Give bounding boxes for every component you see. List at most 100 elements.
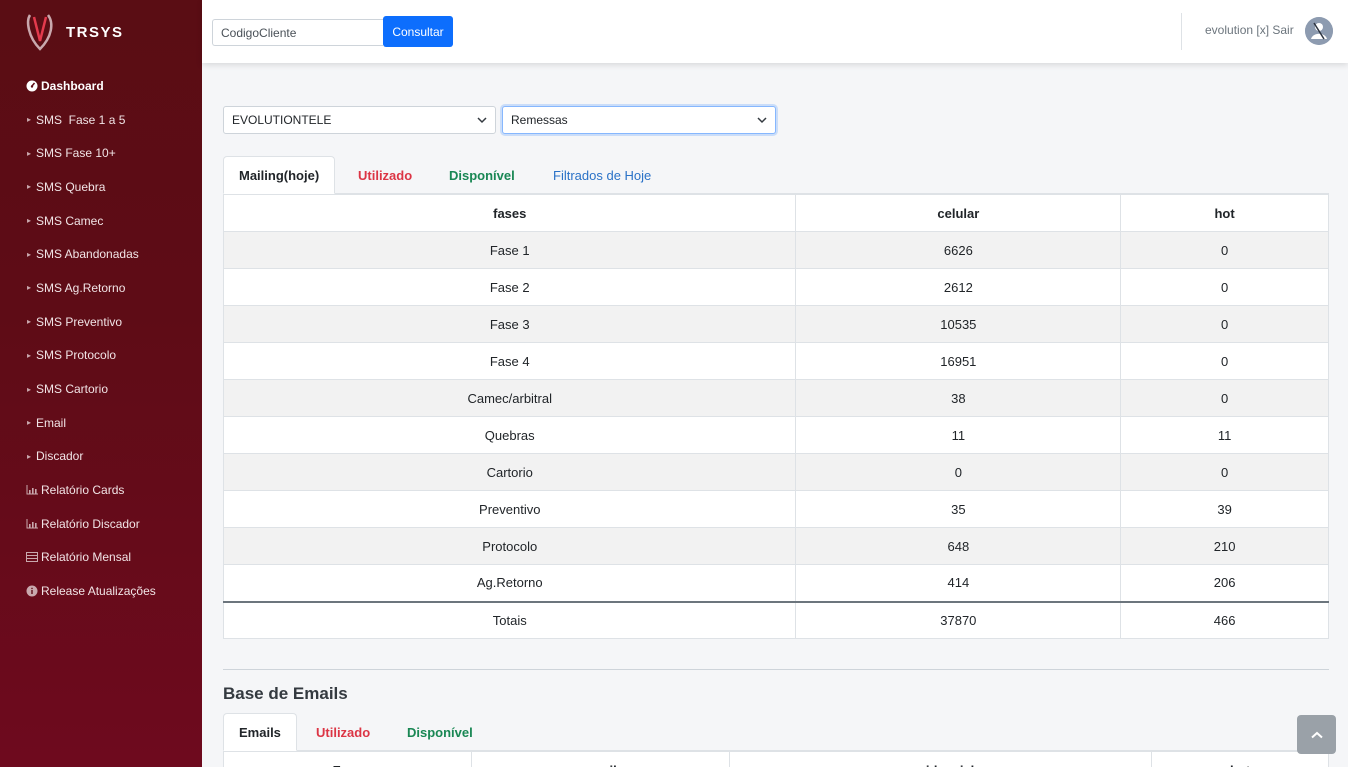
sidebar-item-sms-protocolo[interactable]: ▸ SMS Protocolo [0,339,202,373]
brand-name: TRSYS [66,23,124,41]
sidebar-item-label: SMS Fase 10+ [36,146,116,161]
user-logout-link[interactable]: evolution [x] Sair [1205,23,1294,37]
cell-fase: Fase 4 [222,342,797,380]
tab-emails-utilizado[interactable]: Utilizado [301,713,385,751]
top-header: Consultar evolution [x] Sair [202,0,1348,63]
cell-fase: Protocolo [222,527,797,565]
sidebar-item-label: Dashboard [41,78,104,93]
tab-utilizado[interactable]: Utilizado [343,156,427,194]
sidebar-item-email[interactable]: ▸ Email [0,406,202,440]
cell-celular: 16951 [795,342,1122,380]
caret-right-icon: ▸ [26,384,31,394]
cell-fase: Camec/arbitral [222,379,797,417]
cell-hot: 206 [1120,564,1329,602]
gauge-icon [25,80,38,92]
caret-right-icon: ▸ [26,182,31,192]
table-row: Preventivo 35 39 [222,490,1329,528]
sidebar-item-label: SMS Cartorio [36,382,109,397]
cell-celular: 0 [795,453,1122,491]
scroll-to-top-button[interactable] [1297,715,1336,754]
caret-right-icon: ▸ [26,451,31,461]
tab-emails-disponivel[interactable]: Disponível [392,713,488,751]
sidebar-item-release-atualizacoes[interactable]: Release Atualizações [0,574,202,608]
section-divider [223,669,1329,670]
table-row: Fase 2 2612 0 [222,268,1329,306]
consultar-button[interactable]: Consultar [383,16,453,47]
cell-celular: 414 [795,564,1122,602]
cell-hot: 0 [1120,305,1329,343]
sidebar-item-sms-camec[interactable]: ▸ SMS Camec [0,204,202,238]
sidebar-item-relatorio-cards[interactable]: Relatório Cards [0,473,202,507]
sidebar-item-relatorio-discador[interactable]: Relatório Discador [0,507,202,541]
sidebar-item-sms-fase-10[interactable]: ▸ SMS Fase 10+ [0,136,202,170]
sidebar-item-label: SMS Protocolo [36,348,117,363]
column-header[interactable]: Fase [223,751,472,767]
info-icon [25,585,38,597]
column-header[interactable]: fases [222,194,797,232]
cell-celular: 10535 [795,305,1122,343]
brand-logo-icon [26,14,53,51]
table-row: Cartorio 0 0 [222,453,1329,491]
cell-celular: 648 [795,527,1122,565]
chevron-up-icon [1310,731,1323,738]
table-header-row: fases celular hot [222,194,1329,232]
client-code-input[interactable] [212,19,383,46]
table-row: Quebras 11 11 [222,416,1329,454]
sidebar-item-label: Email [36,415,67,430]
brand[interactable]: TRSYS [0,0,202,64]
cell-hot: 0 [1120,231,1329,269]
sidebar-item-label: Discador [36,449,84,464]
caret-right-icon: ▸ [26,249,31,259]
totals-hot: 466 [1120,600,1329,639]
tab-filtrados-de-hoje[interactable]: Filtrados de Hoje [538,156,666,194]
cell-fase: Quebras [222,416,797,454]
avatar-icon [1305,17,1333,45]
sidebar-item-label: SMS Ag.Retorno [36,280,126,295]
mailing-table: fases celular hot Fase 1 6626 0 Fase 2 2612… [222,194,1329,639]
cell-fase: Fase 1 [222,231,797,269]
table-row: Protocolo 648 210 [222,527,1329,565]
sidebar-item-sms-cartorio[interactable]: ▸ SMS Cartorio [0,372,202,406]
header-divider [1181,13,1182,50]
cell-hot: 11 [1120,416,1329,454]
column-header[interactable]: celular [795,194,1122,232]
cell-fase: Preventivo [222,490,797,528]
sidebar-item-label: SMS Camec [36,213,104,228]
totals-row: Totais 37870 466 [222,600,1329,639]
tab-mailing-hoje[interactable]: Mailing(hoje) [223,156,336,194]
column-header[interactable]: hot [1120,194,1329,232]
sidebar-item-discador[interactable]: ▸ Discador [0,440,202,474]
sidebar-item-sms-ag-retorno[interactable]: ▸ SMS Ag.Retorno [0,271,202,305]
sidebar-item-label: Release Atualizações [41,584,156,599]
avatar[interactable] [1305,17,1333,45]
column-header[interactable]: residencial [728,751,1153,767]
mailing-tabs: Mailing(hoje) Utilizado Disponível Filtr… [223,156,1329,194]
cell-celular: 11 [795,416,1122,454]
cell-hot: 39 [1120,490,1329,528]
table-row: Fase 4 16951 0 [222,342,1329,380]
sidebar-item-sms-abandonadas[interactable]: ▸ SMS Abandonadas [0,237,202,271]
sidebar-item-relatorio-mensal[interactable]: Relatório Mensal [0,541,202,575]
sidebar-item-sms-fase-1-5[interactable]: ▸ SMS Fase 1 a 5 [0,103,202,137]
tab-emails[interactable]: Emails [223,713,297,751]
chevron-down-icon [477,117,487,124]
company-select-value: EVOLUTIONTELE [232,113,332,127]
sidebar-item-label: Relatório Mensal [41,550,132,565]
tab-disponivel[interactable]: Disponível [434,156,530,194]
sidebar-item-sms-quebra[interactable]: ▸ SMS Quebra [0,170,202,204]
column-header[interactable]: email [470,751,730,767]
bar-chart-icon [25,485,38,495]
sidebar-item-sms-preventivo[interactable]: ▸ SMS Preventivo [0,305,202,339]
sidebar-item-label: SMS Fase 1 a 5 [36,112,126,127]
list-icon [25,552,38,563]
type-select[interactable]: Remessas [502,106,776,134]
caret-right-icon: ▸ [26,115,31,125]
sidebar-item-label: Relatório Discador [41,516,140,531]
emails-section-title: Base de Emails [223,684,348,703]
cell-hot: 210 [1120,527,1329,565]
chevron-down-icon [757,117,767,124]
type-select-value: Remessas [511,113,568,127]
sidebar-item-dashboard[interactable]: Dashboard [0,69,202,103]
cell-hot: 0 [1120,379,1329,417]
company-select[interactable]: EVOLUTIONTELE [223,106,496,134]
